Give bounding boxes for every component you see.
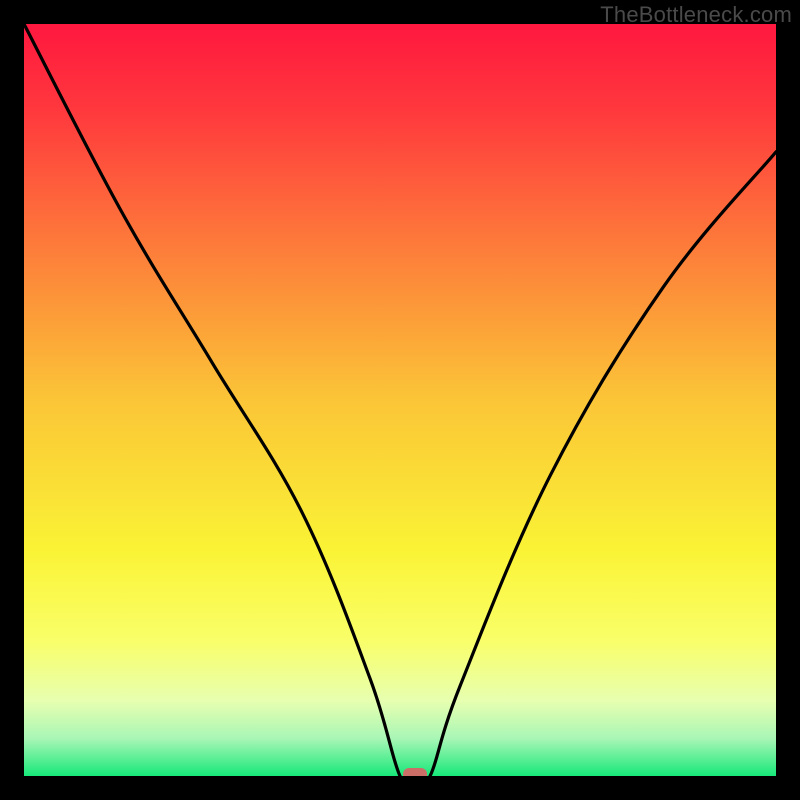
- bottleneck-chart: [24, 24, 776, 776]
- plot-area: [24, 24, 776, 776]
- chart-frame: TheBottleneck.com: [0, 0, 800, 800]
- gradient-background: [24, 24, 776, 776]
- watermark-text: TheBottleneck.com: [600, 2, 792, 28]
- optimum-marker: [403, 768, 427, 776]
